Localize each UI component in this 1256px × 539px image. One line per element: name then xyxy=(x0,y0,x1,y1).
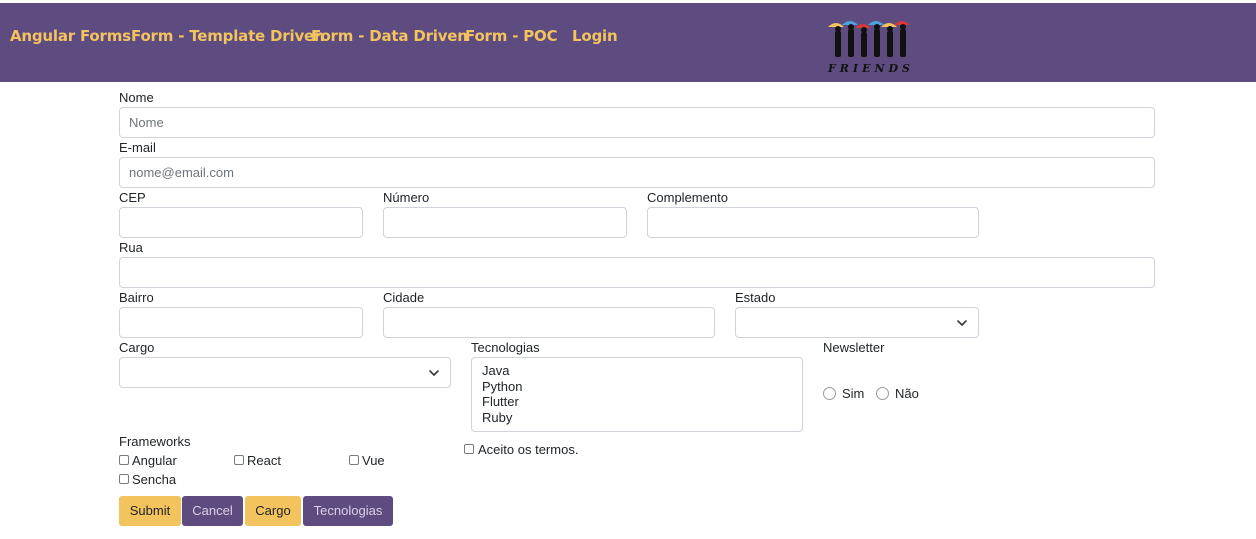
numero-label: Número xyxy=(383,190,430,205)
numero-input[interactable] xyxy=(383,207,627,238)
tecnologias-button[interactable]: Tecnologias xyxy=(303,496,393,526)
bairro-input[interactable] xyxy=(119,307,363,338)
nav-link-template-driven[interactable]: Form - Template Driven xyxy=(131,27,325,45)
newsletter-radio-sim[interactable] xyxy=(823,387,836,400)
nav-link-angular-forms[interactable]: Angular Forms xyxy=(10,27,131,45)
cancel-button[interactable]: Cancel xyxy=(182,496,243,526)
email-input[interactable] xyxy=(119,157,1155,188)
newsletter-radio-nao[interactable] xyxy=(876,387,889,400)
tecnologias-option-ruby[interactable]: Ruby xyxy=(482,410,792,426)
page: Angular Forms Form - Template Driven For… xyxy=(0,0,1256,539)
frameworks-label: Frameworks xyxy=(119,434,191,449)
termos-label: Aceito os termos. xyxy=(478,442,579,457)
cidade-label: Cidade xyxy=(383,290,425,305)
nome-label: Nome xyxy=(119,90,154,105)
newsletter-label: Newsletter xyxy=(823,340,885,355)
logo-text: FRIENDS xyxy=(827,62,915,75)
nav-link-poc[interactable]: Form - POC xyxy=(465,27,558,45)
friends-umbrellas-icon xyxy=(828,21,910,57)
newsletter-sim-label: Sim xyxy=(842,386,865,401)
estado-select[interactable] xyxy=(735,307,979,338)
complemento-input[interactable] xyxy=(647,207,979,238)
cep-input[interactable] xyxy=(119,207,363,238)
chevron-down-icon xyxy=(429,370,439,376)
framework-checkbox-vue[interactable] xyxy=(349,455,359,465)
cargo-select[interactable] xyxy=(119,357,451,388)
navbar: Angular Forms Form - Template Driven For… xyxy=(0,3,1256,82)
email-label: E-mail xyxy=(119,140,156,155)
newsletter-nao-label: Não xyxy=(895,386,919,401)
tecnologias-label: Tecnologias xyxy=(471,340,540,355)
tecnologias-option-flutter[interactable]: Flutter xyxy=(482,394,792,410)
framework-checkbox-sencha[interactable] xyxy=(119,474,129,484)
bairro-label: Bairro xyxy=(119,290,154,305)
framework-vue-label: Vue xyxy=(362,453,385,468)
framework-angular-label: Angular xyxy=(132,453,177,468)
framework-checkbox-react[interactable] xyxy=(234,455,244,465)
rua-input[interactable] xyxy=(119,257,1155,288)
framework-sencha-label: Sencha xyxy=(132,472,177,487)
submit-button[interactable]: Submit xyxy=(119,496,181,526)
tecnologias-option-python[interactable]: Python xyxy=(482,379,792,395)
termos-checkbox[interactable] xyxy=(464,444,474,454)
cidade-input[interactable] xyxy=(383,307,715,338)
friends-logo: FRIENDS xyxy=(826,17,916,79)
cep-label: CEP xyxy=(119,190,146,205)
nome-input[interactable] xyxy=(119,107,1155,138)
tecnologias-option-java[interactable]: Java xyxy=(482,363,792,379)
cargo-button[interactable]: Cargo xyxy=(245,496,301,526)
framework-react-label: React xyxy=(247,453,281,468)
estado-label: Estado xyxy=(735,290,776,305)
framework-checkbox-angular[interactable] xyxy=(119,455,129,465)
rua-label: Rua xyxy=(119,240,143,255)
complemento-label: Complemento xyxy=(647,190,728,205)
nav-link-data-driven[interactable]: Form - Data Driven xyxy=(311,27,468,45)
chevron-down-icon xyxy=(957,320,967,326)
cargo-label: Cargo xyxy=(119,340,155,355)
tecnologias-multiselect[interactable]: Java Python Flutter Ruby xyxy=(471,357,803,432)
nav-link-login[interactable]: Login xyxy=(572,27,618,45)
